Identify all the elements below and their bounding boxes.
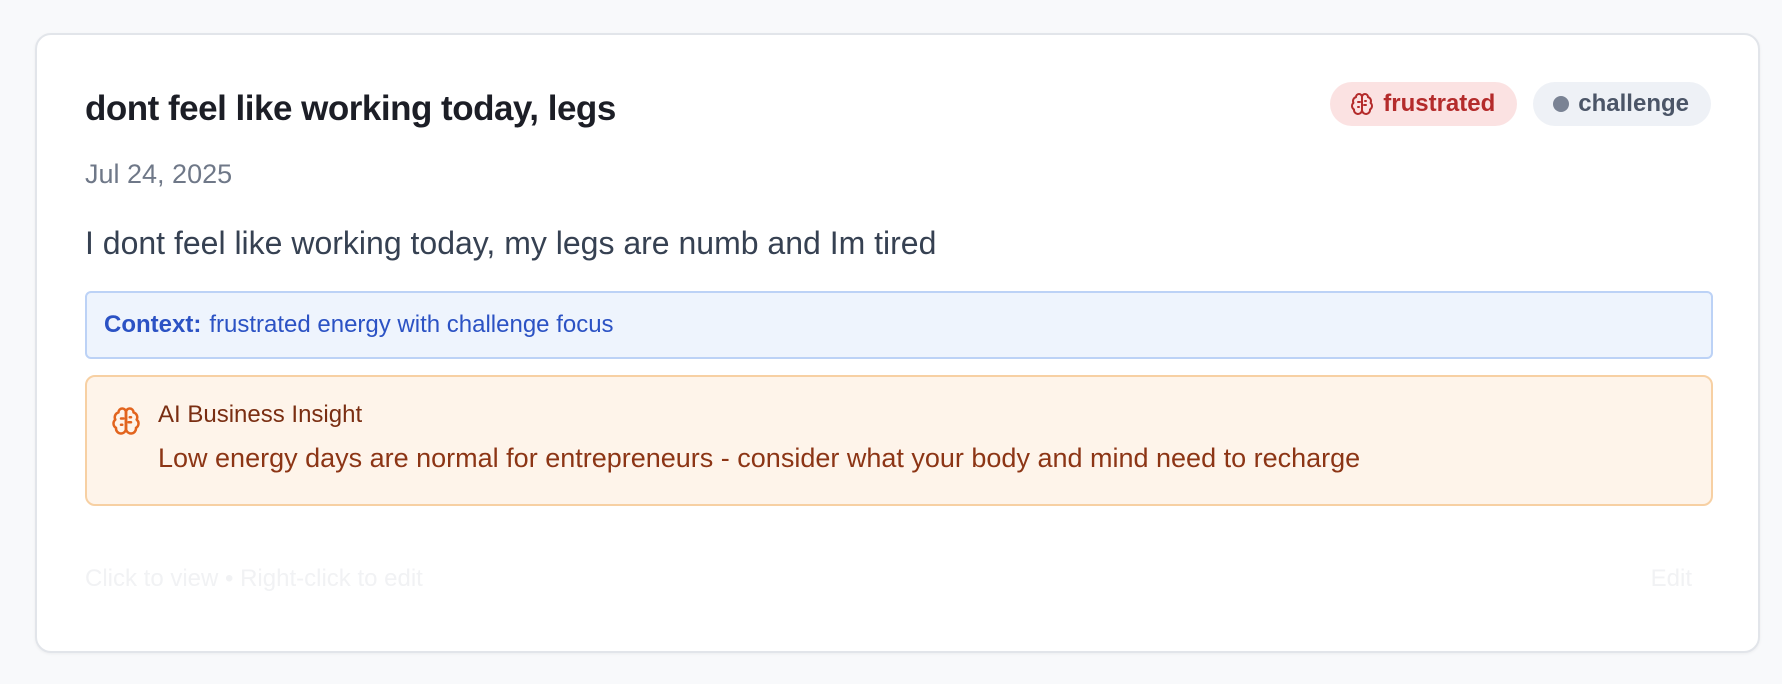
entry-date: Jul 24, 2025 [85,159,233,189]
context-label: Context: [104,311,202,338]
category-tag: challenge [1533,82,1711,126]
context-text: frustrated energy with challenge focus [209,311,614,338]
category-tag-label: challenge [1578,90,1689,117]
journal-entry-card[interactable]: dont feel like working today, legs frust… [35,33,1760,653]
mood-tag-label: frustrated [1383,90,1496,117]
brain-icon [1351,93,1374,115]
mood-tag: frustrated [1330,82,1518,126]
insight-title: AI Business Insight [158,401,363,428]
entry-body: I dont feel like working today, my legs … [85,225,937,261]
dot-icon [1553,96,1570,112]
ai-insight-box: AI Business Insight Low energy days are … [85,375,1713,506]
brain-icon [112,407,140,435]
insight-text: Low energy days are normal for entrepren… [158,443,1361,473]
context-box: Context: frustrated energy with challeng… [85,291,1713,359]
edit-button[interactable]: Edit [1651,565,1692,593]
entry-title: dont feel like working today, legs [85,89,616,128]
footer-hint: Click to view • Right-click to edit [85,565,423,592]
entry-tags: frustrated challenge [1330,82,1711,126]
